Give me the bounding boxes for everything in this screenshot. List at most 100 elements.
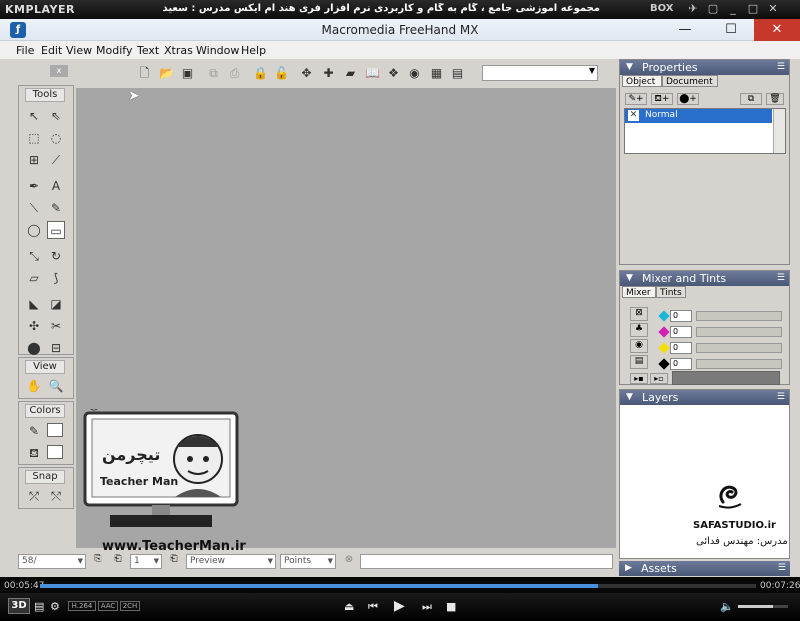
open-icon[interactable]: 📂 [158, 65, 175, 82]
3d-button[interactable]: 3D [8, 598, 30, 614]
tools-close-button[interactable]: x [50, 65, 68, 77]
stop-icon[interactable]: ■ [446, 600, 456, 613]
rgb-mode-icon[interactable]: ♣ [630, 323, 648, 337]
perspective-icon[interactable]: ◪ [47, 295, 65, 313]
menu-window[interactable]: Window [196, 44, 239, 57]
magenta-slider[interactable] [696, 327, 782, 337]
system-color-icon[interactable]: ▤ [630, 355, 648, 369]
swap-colors-icon[interactable]: ▸▫ [650, 373, 668, 384]
blend-icon[interactable]: ◣ [25, 295, 43, 313]
box-button[interactable]: BOX [650, 3, 673, 14]
hls-mode-icon[interactable]: ◉ [630, 339, 648, 353]
next-icon[interactable]: ⏭ [422, 600, 432, 614]
speaker-icon[interactable]: 🔈 [720, 600, 734, 613]
playlist-icon[interactable]: ▤ [34, 600, 44, 613]
bevel-icon[interactable]: ⬤ [25, 339, 43, 357]
lock-icon[interactable]: 🔒 [252, 65, 269, 82]
previous-icon[interactable]: ⏮ [368, 600, 378, 614]
assets-header[interactable]: ▶ Assets ☰ [619, 561, 790, 576]
eyedropper-icon[interactable]: ⟋ [47, 151, 65, 169]
save-icon[interactable]: ▣ [179, 65, 196, 82]
freeform-icon[interactable]: ⟆ [47, 269, 65, 287]
snap-to-point-icon[interactable]: ⤱ [25, 487, 43, 505]
list-item-selected[interactable]: ✕ Normal [625, 109, 772, 123]
minimize-icon[interactable]: _ [726, 2, 740, 16]
rotate-icon[interactable]: ↻ [47, 247, 65, 265]
tab-mixer[interactable]: Mixer [622, 286, 656, 298]
panel-menu-icon[interactable]: ☰ [777, 60, 785, 75]
cancel-icon[interactable]: ⊗ [342, 554, 356, 569]
menu-help[interactable]: Help [241, 44, 266, 57]
pen-icon[interactable]: ✒ [25, 177, 43, 195]
compact-icon[interactable]: ▢ [706, 2, 720, 16]
properties-header[interactable]: ▼ Properties ☰ [620, 60, 789, 75]
tab-object[interactable]: Object [622, 75, 662, 87]
stroke-swatch[interactable] [47, 423, 63, 437]
cmyk-mode-icon[interactable]: ⊠ [630, 307, 648, 321]
eject-icon[interactable]: ⏏ [344, 600, 354, 613]
panel-menu-icon[interactable]: ☰ [778, 561, 786, 576]
menu-view[interactable]: View [66, 44, 92, 57]
scale-icon[interactable]: ⤡ [25, 247, 43, 265]
zoom-field[interactable]: 58/ ▼ [18, 554, 86, 569]
play-icon[interactable]: ▶ [394, 598, 405, 614]
styles-icon[interactable]: ❖ [385, 65, 402, 82]
settings-icon[interactable]: ⚙ [50, 600, 60, 613]
add-fill-icon[interactable]: ⛾+ [651, 93, 673, 105]
volume-slider[interactable] [738, 605, 788, 608]
mixer-header[interactable]: ▼ Mixer and Tints ☰ [620, 271, 789, 286]
knife-icon[interactable]: ✂ [47, 317, 65, 335]
menu-file[interactable]: File [16, 44, 34, 57]
pin-icon[interactable]: ✈ [686, 2, 700, 16]
fill-icon[interactable]: ▰ [342, 65, 359, 82]
trash-icon[interactable]: 🗑 [766, 93, 784, 105]
fill-swatch[interactable] [47, 445, 63, 459]
ellipse-icon[interactable]: ◯ [25, 221, 43, 239]
black-value[interactable]: 0 [670, 358, 692, 370]
seek-bar[interactable] [40, 584, 756, 588]
lasso-icon[interactable]: ◌ [47, 129, 65, 147]
cyan-value[interactable]: 0 [670, 310, 692, 322]
style-dropdown[interactable]: ▼ [482, 65, 598, 81]
yellow-value[interactable]: 0 [670, 342, 692, 354]
line-icon[interactable]: ⟍ [25, 199, 43, 217]
transform-icon[interactable]: ✚ [320, 65, 337, 82]
magenta-value[interactable]: 0 [670, 326, 692, 338]
subselect-icon[interactable]: ⇖ [47, 107, 65, 125]
snap-to-grid-icon[interactable]: ⤲ [47, 487, 65, 505]
close-icon[interactable]: ✕ [766, 2, 780, 16]
text-tool-icon[interactable]: A [47, 177, 65, 195]
maximize-button[interactable]: ☐ [708, 19, 754, 41]
maximize-icon[interactable]: □ [746, 2, 760, 16]
panel-menu-icon[interactable]: ☰ [777, 390, 785, 405]
add-stroke-icon[interactable]: ✎+ [625, 93, 647, 105]
stroke-color-icon[interactable]: ✎ [25, 422, 43, 440]
swatches-icon[interactable]: ◉ [406, 65, 423, 82]
zoom-icon[interactable]: 🔍 [47, 377, 65, 395]
add-effect-icon[interactable]: ⬤+ [677, 93, 699, 105]
fill-color-icon[interactable]: ⛾ [25, 444, 43, 462]
page-tool-icon[interactable]: ⬚ [25, 129, 43, 147]
unlock-icon[interactable]: 🔓 [273, 65, 290, 82]
menu-text[interactable]: Text [137, 44, 159, 57]
align-icon[interactable]: ✥ [298, 65, 315, 82]
tab-document[interactable]: Document [662, 75, 718, 87]
library-icon[interactable]: 📖 [364, 65, 381, 82]
trace-icon[interactable]: ⊞ [25, 151, 43, 169]
layers-icon[interactable]: ▤ [449, 65, 466, 82]
add-to-swatches-icon[interactable]: ▸▪ [630, 373, 648, 384]
layers-header[interactable]: ▼ Layers ☰ [620, 390, 789, 405]
menu-xtras[interactable]: Xtras [164, 44, 193, 57]
export-icon[interactable]: ⎙ [226, 65, 243, 82]
grid-icon[interactable]: ▦ [428, 65, 445, 82]
pointer-icon[interactable]: ↖ [25, 107, 43, 125]
hand-icon[interactable]: ✋ [25, 377, 43, 395]
cyan-slider[interactable] [696, 311, 782, 321]
units-field[interactable]: Points ▼ [280, 554, 336, 569]
import-icon[interactable]: ⧉ [205, 65, 222, 82]
black-slider[interactable] [696, 359, 782, 369]
panel-menu-icon[interactable]: ☰ [777, 271, 785, 286]
minimize-button[interactable]: — [662, 19, 708, 41]
pencil-icon[interactable]: ✎ [47, 199, 65, 217]
yellow-slider[interactable] [696, 343, 782, 353]
